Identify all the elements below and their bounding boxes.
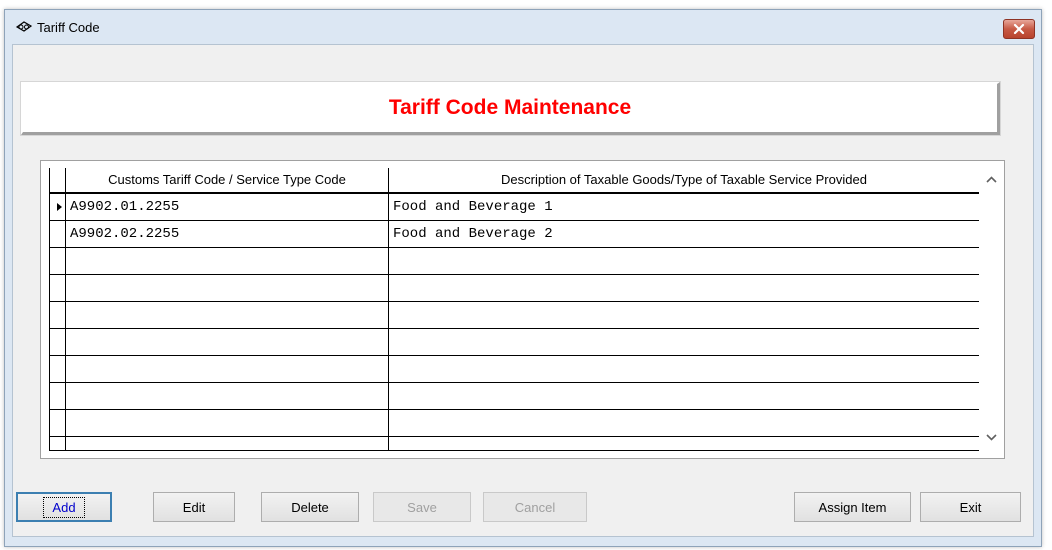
table-row[interactable]: A9902.01.2255 Food and Beverage 1 (50, 194, 979, 221)
description-cell[interactable] (389, 437, 979, 450)
row-selector-header (50, 168, 66, 192)
description-cell[interactable] (389, 356, 979, 382)
row-selector[interactable] (50, 356, 66, 382)
row-selector[interactable] (50, 221, 66, 247)
description-cell[interactable] (389, 383, 979, 409)
close-icon (1013, 23, 1025, 35)
exit-button-label: Exit (959, 499, 982, 515)
grid-table: Customs Tariff Code / Service Type Code … (49, 168, 979, 451)
tariff-code-cell[interactable] (66, 410, 389, 436)
window-title: Tariff Code (37, 20, 100, 35)
row-selector[interactable] (50, 302, 66, 328)
grid-header-row: Customs Tariff Code / Service Type Code … (50, 168, 979, 194)
tariff-code-cell[interactable] (66, 437, 389, 450)
tariff-grid[interactable]: Customs Tariff Code / Service Type Code … (40, 160, 1005, 459)
table-row[interactable] (50, 275, 979, 302)
tariff-code-cell[interactable] (66, 248, 389, 274)
tariff-code-cell[interactable] (66, 356, 389, 382)
row-selector[interactable] (50, 329, 66, 355)
title-bar[interactable]: Tariff Code (5, 10, 1041, 44)
description-cell[interactable]: Food and Beverage 2 (389, 221, 979, 247)
description-cell[interactable] (389, 248, 979, 274)
description-cell[interactable] (389, 329, 979, 355)
save-button-label: Save (407, 499, 437, 515)
row-pointer-icon (57, 203, 62, 211)
row-selector[interactable] (50, 410, 66, 436)
description-cell[interactable] (389, 302, 979, 328)
tariff-code-cell[interactable]: A9902.01.2255 (66, 194, 389, 220)
tariff-code-cell[interactable] (66, 329, 389, 355)
add-button-label: Add (43, 496, 85, 518)
row-selector[interactable] (50, 194, 66, 220)
table-row[interactable] (50, 356, 979, 383)
table-row[interactable] (50, 248, 979, 275)
window-client-area: Tariff Code Maintenance Customs Tariff C… (12, 44, 1034, 537)
column-header-description[interactable]: Description of Taxable Goods/Type of Tax… (389, 168, 979, 192)
table-row[interactable] (50, 302, 979, 329)
add-button[interactable]: Add (16, 492, 112, 522)
assign-item-button-label: Assign Item (818, 499, 887, 515)
row-selector[interactable] (50, 275, 66, 301)
description-cell[interactable]: Food and Beverage 1 (389, 194, 979, 220)
delete-button-label: Delete (291, 499, 329, 515)
delete-button[interactable]: Delete (261, 492, 359, 522)
banner: Tariff Code Maintenance (20, 81, 1001, 136)
row-selector[interactable] (50, 383, 66, 409)
tariff-code-window: Tariff Code Tariff Code Maintenance Cust… (4, 9, 1042, 547)
tariff-code-cell[interactable] (66, 275, 389, 301)
chevron-down-icon[interactable] (983, 429, 1000, 446)
page-title: Tariff Code Maintenance (388, 96, 632, 119)
table-row[interactable] (50, 410, 979, 437)
close-button[interactable] (1003, 19, 1035, 39)
chevron-up-icon[interactable] (983, 171, 1000, 188)
description-cell[interactable] (389, 410, 979, 436)
table-row[interactable]: A9902.02.2255 Food and Beverage 2 (50, 221, 979, 248)
edit-button[interactable]: Edit (153, 492, 235, 522)
cancel-button[interactable]: Cancel (483, 492, 587, 522)
tariff-code-cell[interactable]: A9902.02.2255 (66, 221, 389, 247)
description-cell[interactable] (389, 275, 979, 301)
tariff-code-cell[interactable] (66, 302, 389, 328)
save-button[interactable]: Save (373, 492, 471, 522)
table-row[interactable] (50, 329, 979, 356)
exit-button[interactable]: Exit (920, 492, 1021, 522)
row-selector[interactable] (50, 437, 66, 450)
assign-item-button[interactable]: Assign Item (794, 492, 911, 522)
tariff-code-cell[interactable] (66, 383, 389, 409)
table-row[interactable] (50, 437, 979, 450)
vertical-scrollbar[interactable] (979, 161, 1004, 456)
cancel-button-label: Cancel (514, 499, 556, 515)
column-header-code[interactable]: Customs Tariff Code / Service Type Code (66, 168, 389, 192)
edit-button-label: Edit (182, 499, 206, 515)
eye-glasses-icon (15, 18, 33, 34)
row-selector[interactable] (50, 248, 66, 274)
table-row[interactable] (50, 383, 979, 410)
